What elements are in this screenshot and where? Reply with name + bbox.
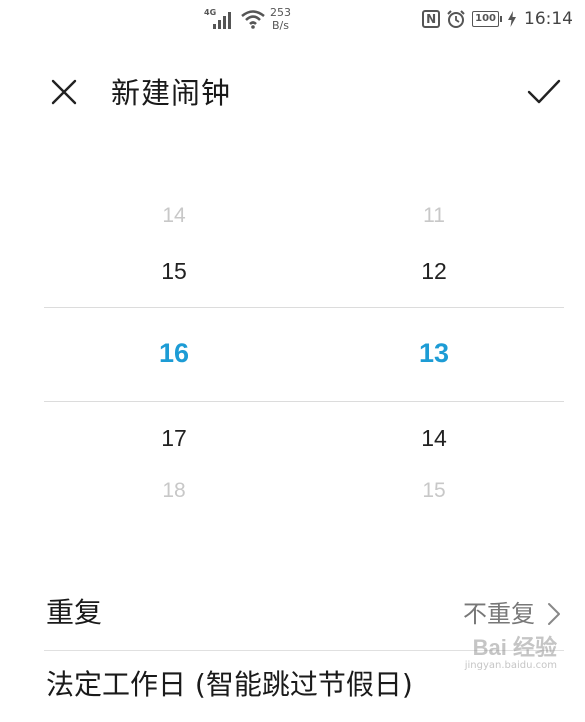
hour-option[interactable]: 15 <box>114 258 234 285</box>
network-speed-unit: B/s <box>272 19 289 32</box>
confirm-button[interactable] <box>522 72 566 112</box>
settings-divider <box>44 650 564 651</box>
hour-option[interactable]: 17 <box>114 425 234 452</box>
close-icon <box>51 79 77 105</box>
repeat-label: 重复 <box>46 596 103 629</box>
signal-icon <box>213 12 231 29</box>
minute-selected[interactable]: 13 <box>374 338 494 369</box>
minute-option[interactable]: 11 <box>374 204 494 228</box>
hour-option[interactable]: 14 <box>114 204 234 228</box>
charging-icon <box>508 11 516 27</box>
status-time: 16:14 <box>524 9 573 29</box>
chevron-right-icon <box>548 603 560 625</box>
battery-icon: 100 <box>472 11 502 27</box>
minute-option[interactable]: 15 <box>374 479 494 503</box>
network-speed-value: 253 <box>270 6 291 19</box>
wifi-icon <box>241 10 265 29</box>
page-title: 新建闹钟 <box>111 76 232 110</box>
minute-option[interactable]: 14 <box>374 425 494 452</box>
repeat-row[interactable]: 重复 不重复 <box>0 584 585 646</box>
check-icon <box>527 79 561 104</box>
battery-cap <box>500 16 502 22</box>
status-bar-system: N 100 16:14 <box>422 8 573 30</box>
hour-option[interactable]: 18 <box>114 479 234 503</box>
alarm-icon <box>447 10 465 28</box>
holiday-skip-row[interactable]: 法定工作日 (智能跳过节假日) <box>0 662 585 722</box>
status-bar: 4G 253 B/s N 100 16:14 <box>0 0 585 40</box>
battery-level: 100 <box>472 11 499 27</box>
status-bar-network: 4G 253 B/s <box>204 4 291 34</box>
network-speed: 253 B/s <box>270 6 291 32</box>
minute-wheel[interactable]: 11 12 13 14 15 <box>374 190 494 520</box>
hour-selected[interactable]: 16 <box>114 338 234 369</box>
signal-indicator: 4G <box>204 7 238 31</box>
minute-option[interactable]: 12 <box>374 258 494 285</box>
repeat-value: 不重复 <box>463 600 535 628</box>
nfc-icon: N <box>422 10 441 28</box>
hour-wheel[interactable]: 14 15 16 17 18 <box>114 190 234 520</box>
holiday-skip-label: 法定工作日 (智能跳过节假日) <box>46 668 413 701</box>
time-picker: 14 15 16 17 18 11 12 13 14 15 <box>0 190 585 520</box>
close-button[interactable] <box>46 74 82 110</box>
